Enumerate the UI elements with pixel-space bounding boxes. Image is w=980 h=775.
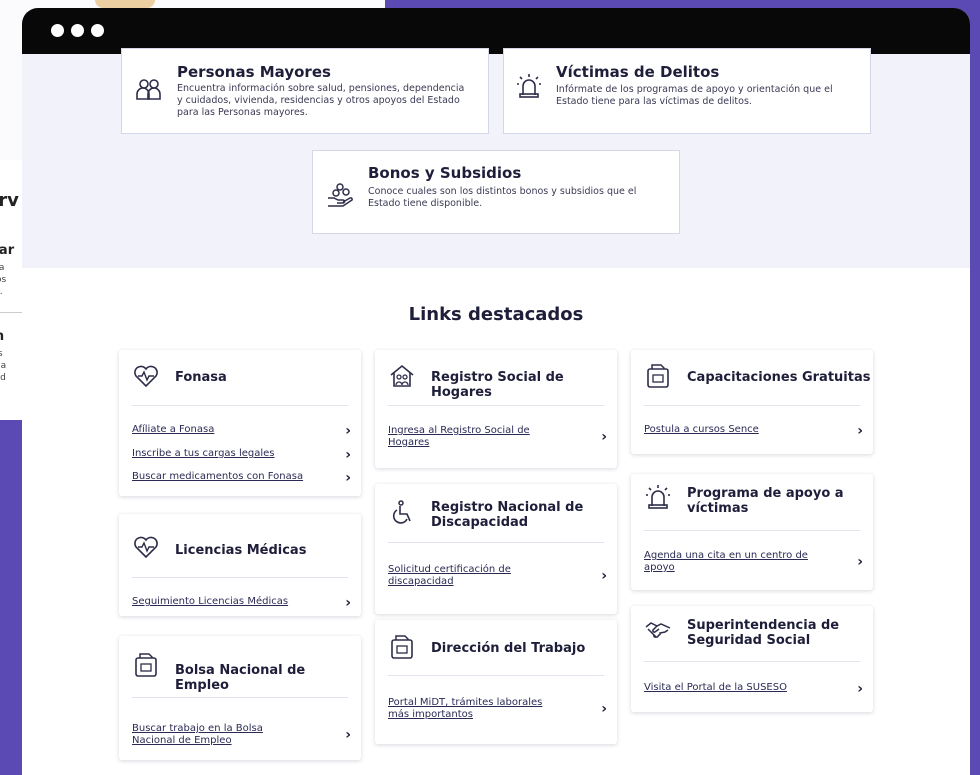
link-card-title: Capacitaciones Gratuitas bbox=[687, 370, 871, 385]
category-description: Conoce cuales son los distintos bonos y … bbox=[368, 186, 637, 209]
link-text[interactable]: Postula a cursos Sence bbox=[644, 424, 759, 436]
divider bbox=[132, 697, 348, 698]
link-row[interactable]: Ingresa al Registro Social de Hogares › bbox=[388, 425, 607, 449]
link-row[interactable]: Solicitud certificación de discapacidad … bbox=[388, 564, 607, 588]
category-title: Personas Mayores bbox=[177, 63, 331, 81]
link-card-registro-social: Registro Social de Hogares Ingresa al Re… bbox=[375, 350, 617, 468]
link-card-title: Superintendencia de Seguridad Social bbox=[687, 618, 840, 648]
document-folder-icon bbox=[647, 364, 669, 388]
category-title: Bonos y Subsidios bbox=[368, 164, 522, 182]
chevron-right-icon: › bbox=[857, 423, 863, 439]
chevron-right-icon: › bbox=[601, 701, 607, 717]
link-row[interactable]: Inscribe a tus cargas legales › bbox=[132, 448, 351, 472]
divider bbox=[644, 405, 860, 406]
chevron-right-icon: › bbox=[857, 681, 863, 697]
link-row[interactable]: Agenda una cita en un centro de apoyo › bbox=[644, 550, 863, 574]
divider bbox=[132, 405, 348, 406]
window-dot-icon[interactable] bbox=[91, 24, 104, 37]
window-dot-icon[interactable] bbox=[51, 24, 64, 37]
link-card-title: Fonasa bbox=[175, 370, 227, 385]
chevron-right-icon: › bbox=[345, 727, 351, 743]
link-row[interactable]: Postula a cursos Sence › bbox=[644, 424, 863, 448]
browser-window: Personas Mayores Encuentra información s… bbox=[22, 8, 970, 775]
divider bbox=[388, 542, 604, 543]
link-card-capacitaciones: Capacitaciones Gratuitas Postula a curso… bbox=[631, 350, 873, 454]
link-card-title: Dirección del Trabajo bbox=[431, 641, 586, 656]
link-row[interactable]: Afíliate a Fonasa › bbox=[132, 424, 351, 448]
chevron-right-icon: › bbox=[345, 595, 351, 611]
document-folder-icon bbox=[135, 653, 157, 677]
link-text[interactable]: Visita el Portal de la SUSESO bbox=[644, 682, 787, 694]
link-text[interactable]: Buscar medicamentos con Fonasa bbox=[132, 471, 303, 483]
link-text[interactable]: Agenda una cita en un centro de apoyo bbox=[644, 550, 819, 574]
chevron-right-icon: › bbox=[601, 568, 607, 584]
link-text[interactable]: Solicitud certificación de discapacidad bbox=[388, 564, 528, 588]
divider bbox=[644, 661, 860, 662]
link-card-registro-discapacidad: Registro Nacional de Discapacidad Solici… bbox=[375, 484, 617, 614]
heart-pulse-icon bbox=[134, 536, 158, 559]
money-hand-icon bbox=[328, 183, 353, 207]
categories-section: Personas Mayores Encuentra información s… bbox=[22, 48, 970, 268]
link-card-direccion-trabajo: Dirección del Trabajo Portal MiDT, trámi… bbox=[375, 620, 617, 744]
link-row[interactable]: Visita el Portal de la SUSESO › bbox=[644, 682, 863, 706]
link-row[interactable]: Buscar trabajo en la Bolsa Nacional de E… bbox=[132, 723, 351, 747]
category-card-victimas-delitos[interactable]: Víctimas de Delitos Infórmate de los pro… bbox=[503, 48, 871, 134]
category-card-bonos-subsidios[interactable]: Bonos y Subsidios Conoce cuales son los … bbox=[312, 150, 680, 234]
links-section-title: Links destacados bbox=[408, 304, 584, 325]
link-row[interactable]: Buscar medicamentos con Fonasa › bbox=[132, 471, 351, 495]
category-card-personas-mayores[interactable]: Personas Mayores Encuentra información s… bbox=[121, 48, 489, 134]
link-card-licencias-medicas: Licencias Médicas Seguimiento Licencias … bbox=[119, 514, 361, 616]
wheelchair-icon bbox=[392, 500, 411, 524]
link-card-fonasa: Fonasa Afíliate a Fonasa › Inscribe a tu… bbox=[119, 350, 361, 496]
link-card-superintendencia: Superintendencia de Seguridad Social Vis… bbox=[631, 606, 873, 712]
chevron-right-icon: › bbox=[857, 554, 863, 570]
link-text[interactable]: Portal MiDT, trámites laborales más impo… bbox=[388, 697, 558, 721]
chevron-right-icon: › bbox=[345, 447, 351, 463]
link-text[interactable]: Afíliate a Fonasa bbox=[132, 424, 214, 436]
divider bbox=[388, 405, 604, 406]
chevron-right-icon: › bbox=[345, 423, 351, 439]
house-family-icon bbox=[390, 364, 414, 387]
link-row[interactable]: Portal MiDT, trámites laborales más impo… bbox=[388, 697, 607, 721]
link-text[interactable]: Inscribe a tus cargas legales bbox=[132, 448, 275, 460]
handshake-icon bbox=[645, 622, 671, 638]
siren-icon bbox=[517, 74, 541, 98]
window-dot-icon[interactable] bbox=[71, 24, 84, 37]
divider bbox=[644, 530, 860, 531]
category-description: Encuentra información sobre salud, pensi… bbox=[177, 83, 465, 118]
link-card-programa-victimas: Programa de apoyo a víctimas Agenda una … bbox=[631, 474, 873, 590]
link-card-title: Registro Nacional de Discapacidad bbox=[431, 500, 584, 530]
link-card-title: Bolsa Nacional de Empleo bbox=[175, 663, 306, 693]
chevron-right-icon: › bbox=[601, 429, 607, 445]
link-card-bolsa-empleo: Bolsa Nacional de Empleo Buscar trabajo … bbox=[119, 636, 361, 760]
page-content: Personas Mayores Encuentra información s… bbox=[22, 48, 970, 775]
divider bbox=[132, 577, 348, 578]
siren-icon bbox=[646, 485, 670, 509]
link-card-title: Registro Social de Hogares bbox=[431, 370, 564, 400]
link-card-title: Programa de apoyo a víctimas bbox=[687, 486, 844, 516]
link-text[interactable]: Ingresa al Registro Social de Hogares bbox=[388, 425, 548, 449]
heart-pulse-icon bbox=[134, 365, 158, 388]
link-row[interactable]: Seguimiento Licencias Médicas › bbox=[132, 596, 351, 620]
link-text[interactable]: Buscar trabajo en la Bolsa Nacional de E… bbox=[132, 723, 282, 747]
link-card-title: Licencias Médicas bbox=[175, 543, 307, 558]
background-decoration bbox=[95, 0, 155, 8]
divider bbox=[388, 675, 604, 676]
elderly-people-icon bbox=[136, 79, 161, 100]
link-text[interactable]: Seguimiento Licencias Médicas bbox=[132, 596, 288, 608]
category-title: Víctimas de Delitos bbox=[556, 63, 720, 81]
document-folder-icon bbox=[391, 635, 413, 659]
chevron-right-icon: › bbox=[345, 470, 351, 486]
category-description: Infórmate de los programas de apoyo y or… bbox=[556, 84, 833, 107]
